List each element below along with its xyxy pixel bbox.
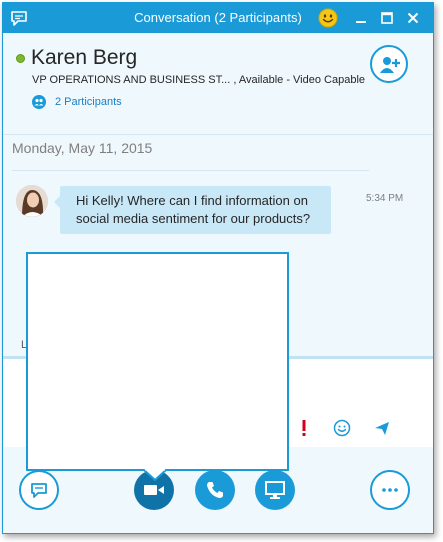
minimize-icon[interactable] bbox=[351, 8, 371, 28]
participants-icon bbox=[32, 95, 46, 109]
presence-available-indicator bbox=[16, 54, 25, 63]
present-button[interactable] bbox=[255, 470, 295, 510]
phone-icon bbox=[207, 482, 223, 498]
video-camera-icon bbox=[144, 485, 164, 495]
avatar[interactable] bbox=[16, 185, 48, 217]
conversation-date: Monday, May 11, 2015 bbox=[12, 140, 153, 156]
header-divider bbox=[3, 134, 433, 135]
conversation-window: Conversation (2 Participants) Karen Berg… bbox=[2, 2, 434, 534]
video-preview-popup bbox=[26, 252, 289, 471]
title-bar: Conversation (2 Participants) bbox=[3, 3, 433, 33]
close-icon[interactable] bbox=[403, 8, 423, 28]
emoticon-icon[interactable] bbox=[333, 419, 351, 437]
contact-details: VP OPERATIONS AND BUSINESS ST... , Avail… bbox=[32, 74, 366, 86]
smiley-icon[interactable] bbox=[318, 8, 338, 28]
contact-photo bbox=[16, 185, 48, 217]
participants-label: 2 Participants bbox=[55, 96, 122, 108]
chat-bubble-icon bbox=[31, 483, 47, 498]
date-divider bbox=[12, 170, 369, 171]
contact-name[interactable]: Karen Berg bbox=[31, 46, 137, 70]
high-importance-icon[interactable] bbox=[299, 419, 309, 437]
message-bubble: Hi Kelly! Where can I find information o… bbox=[54, 186, 331, 234]
add-person-icon bbox=[380, 57, 400, 73]
add-people-button[interactable] bbox=[370, 45, 408, 83]
message-timestamp: 5:34 PM bbox=[366, 193, 404, 204]
more-options-button[interactable] bbox=[370, 470, 410, 510]
maximize-icon[interactable] bbox=[377, 8, 397, 28]
im-button[interactable] bbox=[19, 470, 59, 510]
call-button[interactable] bbox=[195, 470, 235, 510]
send-icon[interactable] bbox=[374, 420, 390, 436]
monitor-icon bbox=[265, 481, 285, 499]
more-options-icon bbox=[382, 488, 398, 492]
participants-link[interactable]: 2 Participants bbox=[32, 93, 122, 111]
popup-pointer bbox=[143, 469, 167, 481]
